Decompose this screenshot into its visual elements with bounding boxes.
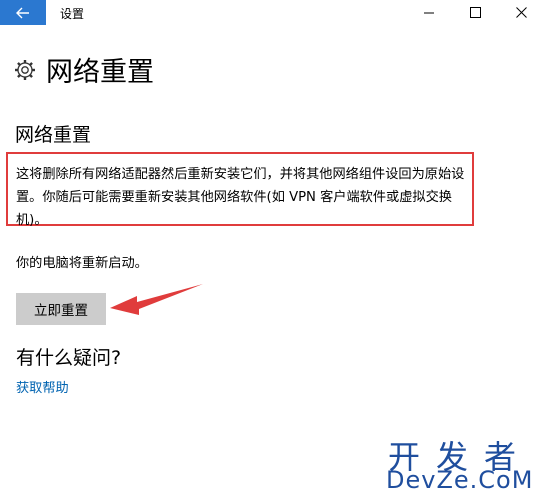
question-heading: 有什么疑问? — [16, 347, 122, 369]
get-help-link[interactable]: 获取帮助 — [16, 377, 69, 396]
red-arrow-annotation — [110, 284, 203, 315]
watermark-domain: DevZe.CoM — [386, 466, 534, 494]
